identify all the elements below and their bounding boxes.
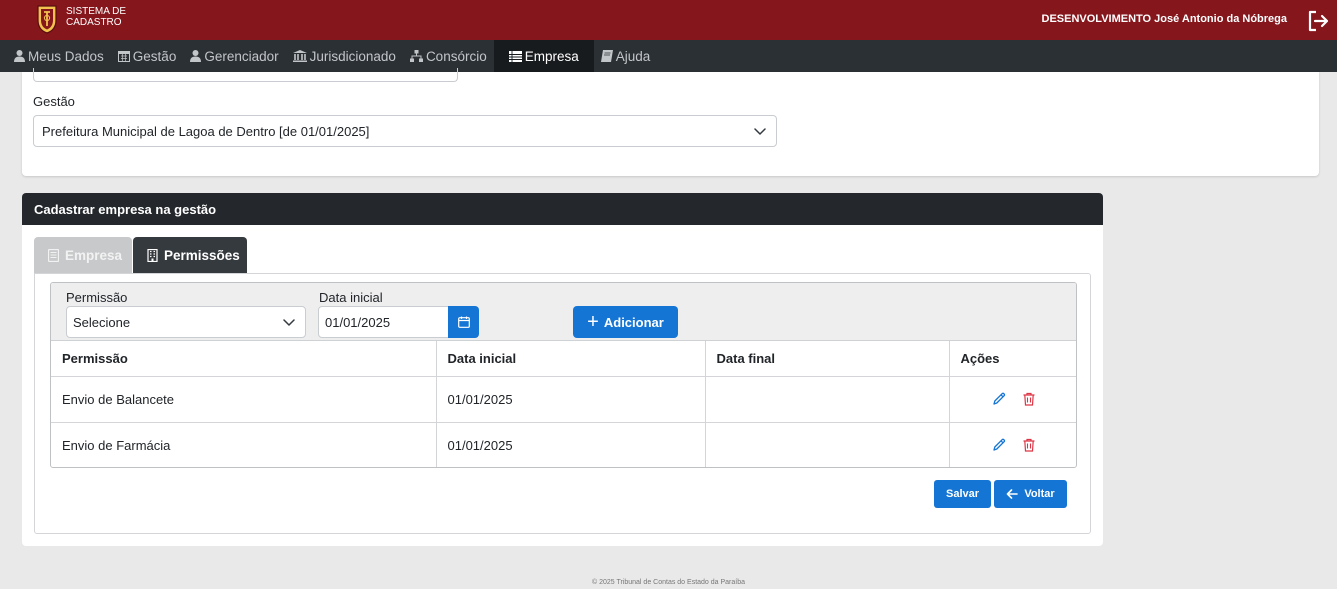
footer-copyright: © 2025 Tribunal de Contas do Estado da P… bbox=[591, 579, 746, 586]
nav-label: Gestão bbox=[132, 48, 177, 64]
permissoes-panel: Permissão Selecione Data inicial + Adici… bbox=[50, 282, 1077, 468]
nav-label: Empresa bbox=[524, 48, 579, 64]
table-header-row: Permissão Data inicial Data final Ações bbox=[51, 341, 1076, 377]
arrow-left-icon bbox=[1006, 489, 1019, 499]
gestao-label: Gestão bbox=[33, 94, 75, 109]
book-icon bbox=[600, 50, 613, 62]
add-button-label: Adicionar bbox=[603, 314, 664, 330]
document-icon bbox=[48, 248, 59, 262]
save-button[interactable]: Salvar bbox=[934, 480, 991, 508]
trash-icon[interactable] bbox=[1021, 437, 1037, 453]
brand-name: SISTEMA DE CADASTRO bbox=[66, 6, 126, 28]
cell-permissao: Envio de Farmácia bbox=[51, 422, 437, 467]
brand-line1: SISTEMA DE bbox=[66, 6, 127, 17]
list-icon bbox=[508, 50, 522, 62]
add-button[interactable]: + Adicionar bbox=[573, 306, 678, 338]
top-header: SISTEMA DE CADASTRO DESENVOLVIMENTO José… bbox=[0, 0, 1337, 40]
col-header-permissao: Permissão bbox=[51, 341, 437, 377]
permissao-label: Permissão bbox=[66, 290, 128, 305]
sitemap-icon bbox=[409, 50, 423, 62]
calendar-button[interactable] bbox=[448, 306, 479, 338]
trash-icon[interactable] bbox=[1021, 391, 1037, 407]
cell-data-final bbox=[705, 376, 950, 423]
gestao-card: Gestão Prefeitura Municipal de Lagoa de … bbox=[22, 68, 1319, 176]
nav-item-ajuda[interactable]: Ajuda bbox=[594, 40, 658, 72]
edit-icon[interactable] bbox=[991, 391, 1007, 407]
col-header-data-inicial: Data inicial bbox=[436, 341, 706, 377]
gestao-select[interactable]: Prefeitura Municipal de Lagoa de Dentro … bbox=[33, 115, 777, 147]
nav-label: Meus Dados bbox=[28, 48, 104, 64]
bank-icon bbox=[292, 50, 307, 62]
permissoes-pane: Permissão Selecione Data inicial + Adici… bbox=[34, 273, 1091, 534]
plus-icon: + bbox=[587, 311, 599, 333]
col-header-data-final: Data final bbox=[705, 341, 950, 377]
back-button-label: Voltar bbox=[1024, 488, 1055, 500]
cadastro-card: Cadastrar empresa na gestão Empresa Perm… bbox=[22, 193, 1103, 546]
chevron-down-icon bbox=[754, 128, 766, 135]
calendar-icon bbox=[117, 50, 130, 62]
col-header-acoes: Ações bbox=[949, 341, 1076, 377]
chevron-down-icon bbox=[283, 319, 295, 326]
cell-acoes bbox=[949, 422, 1076, 467]
card-title: Cadastrar empresa na gestão bbox=[22, 193, 1103, 225]
back-button[interactable]: Voltar bbox=[994, 480, 1067, 508]
permissao-select[interactable]: Selecione bbox=[66, 306, 306, 338]
tab-permissoes[interactable]: Permissões bbox=[133, 237, 247, 273]
brand-line2: CADASTRO bbox=[66, 17, 122, 28]
calendar-icon bbox=[457, 316, 470, 328]
nav-label: Gerenciador bbox=[204, 48, 279, 64]
cell-permissao: Envio de Balancete bbox=[51, 376, 437, 423]
nav-label: Jurisdicionado bbox=[309, 48, 396, 64]
cell-data-inicial: 01/01/2025 bbox=[436, 422, 706, 467]
user-icon bbox=[14, 50, 25, 62]
add-permission-form: Permissão Selecione Data inicial + Adici… bbox=[51, 283, 1076, 341]
data-inicial-label: Data inicial bbox=[319, 290, 383, 305]
permissao-selected-value: Selecione bbox=[73, 314, 131, 330]
cell-acoes bbox=[949, 376, 1076, 423]
data-inicial-input[interactable] bbox=[318, 306, 449, 338]
gestao-selected-value: Prefeitura Municipal de Lagoa de Dentro … bbox=[42, 123, 370, 139]
building-icon bbox=[147, 248, 158, 262]
nav-label: Ajuda bbox=[615, 48, 651, 64]
logout-icon[interactable] bbox=[1307, 10, 1329, 32]
tab-label: Empresa bbox=[65, 247, 123, 263]
shield-logo[interactable] bbox=[36, 4, 58, 34]
edit-icon[interactable] bbox=[991, 437, 1007, 453]
table-row: Envio de Farmácia 01/01/2025 bbox=[51, 422, 1076, 467]
scrolled-input[interactable] bbox=[33, 68, 458, 82]
cell-data-inicial: 01/01/2025 bbox=[436, 376, 706, 423]
tab-label: Permissões bbox=[164, 247, 240, 263]
user-icon bbox=[190, 50, 202, 62]
tab-empresa[interactable]: Empresa bbox=[34, 237, 132, 273]
table-row: Envio de Balancete 01/01/2025 bbox=[51, 376, 1076, 423]
cell-data-final bbox=[705, 422, 950, 467]
permissions-table: Permissão Data inicial Data final Ações … bbox=[51, 341, 1076, 467]
nav-label: Consórcio bbox=[425, 48, 487, 64]
nav-item-empresa[interactable]: Empresa bbox=[493, 40, 594, 72]
user-name: DESENVOLVIMENTO José Antonio da Nóbrega bbox=[1041, 13, 1288, 25]
